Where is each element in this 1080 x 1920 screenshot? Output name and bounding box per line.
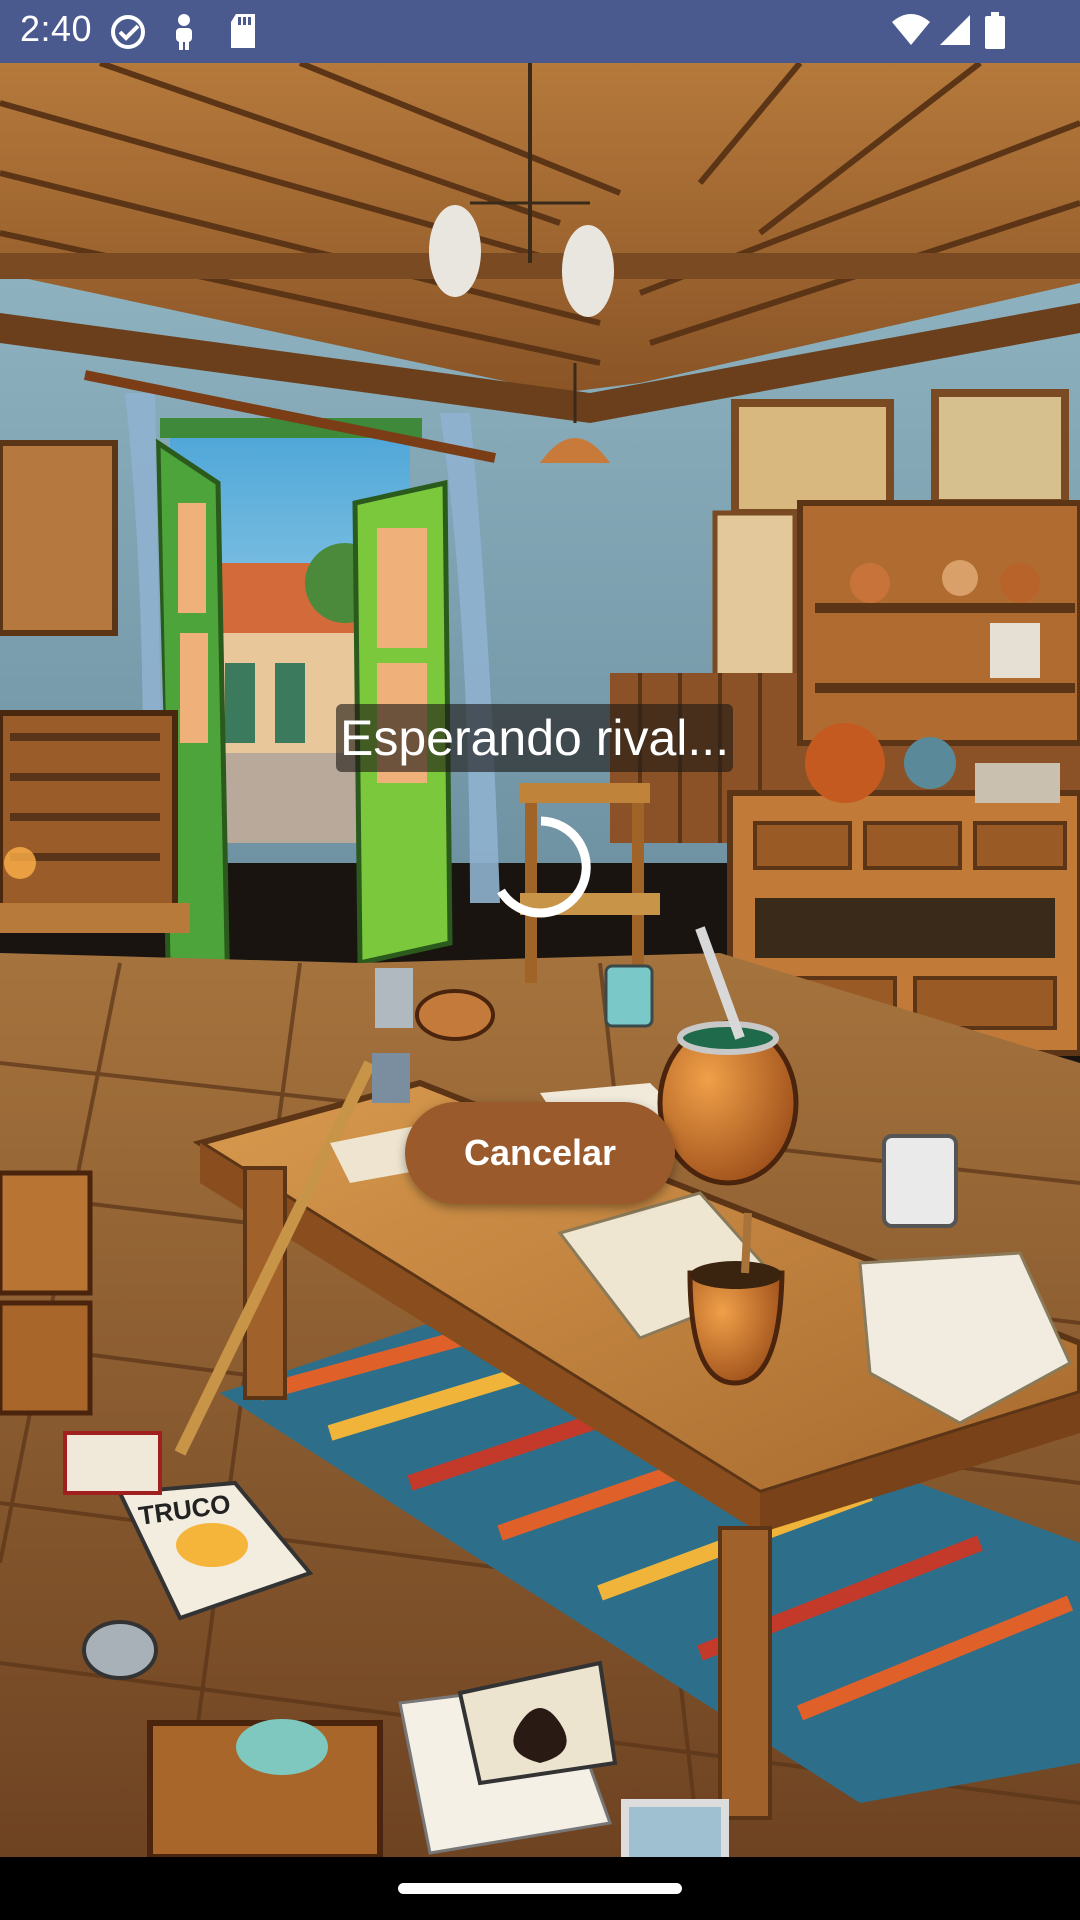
status-time: 2:40 bbox=[20, 8, 93, 49]
check-circle-icon bbox=[111, 15, 145, 49]
sd-card-icon bbox=[231, 14, 255, 48]
cancel-button[interactable]: Cancelar bbox=[405, 1102, 675, 1204]
status-bar: 2:40 bbox=[0, 0, 1080, 63]
battery-icon bbox=[985, 12, 1005, 49]
home-gesture-handle[interactable] bbox=[398, 1883, 682, 1894]
person-pin-icon bbox=[176, 14, 192, 50]
waiting-status-text: Esperando rival... bbox=[336, 704, 734, 772]
navigation-bar bbox=[0, 1857, 1080, 1920]
wifi-icon bbox=[892, 14, 930, 45]
loading-spinner bbox=[497, 816, 591, 918]
signal-icon bbox=[940, 15, 970, 45]
background-illustration: TRUCO bbox=[0, 63, 1080, 1857]
